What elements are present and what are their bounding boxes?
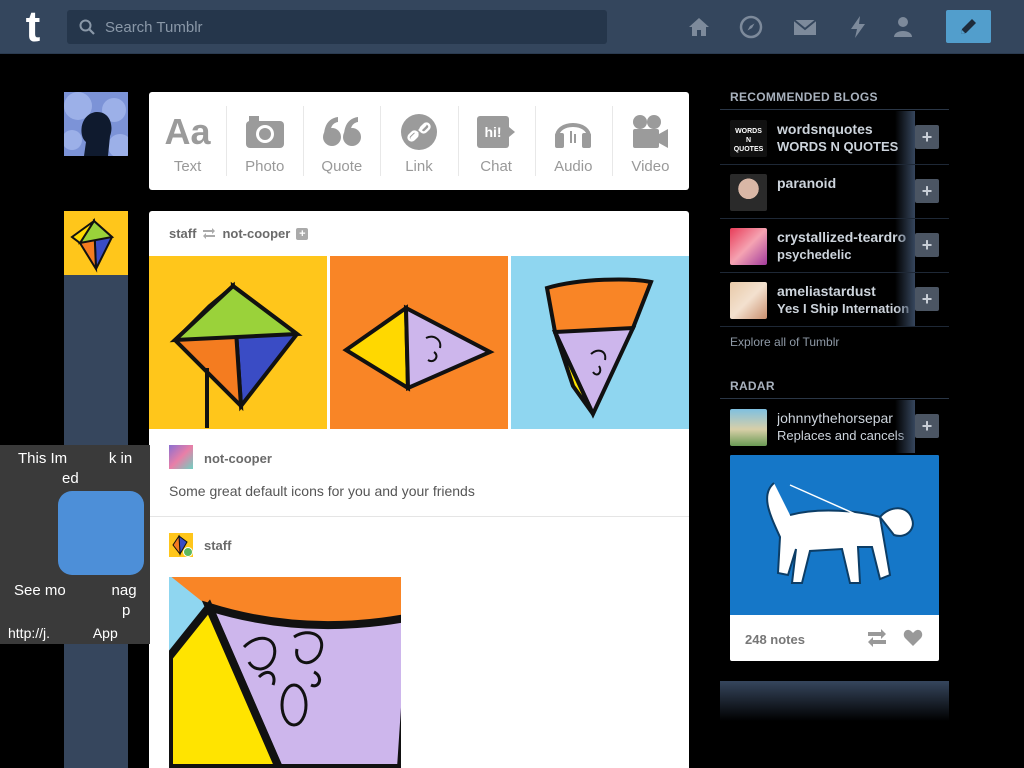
- post-author-link[interactable]: staff: [169, 226, 196, 241]
- fade: [895, 165, 915, 218]
- svg-text:hi!: hi!: [485, 124, 502, 140]
- reblog-icon: [203, 228, 216, 239]
- recommended-blog-item[interactable]: paranoid +: [720, 165, 949, 219]
- post-type-chat[interactable]: hi! Chat: [457, 92, 535, 190]
- popup-text: See mo nag: [14, 582, 137, 599]
- post-type-label: Chat: [480, 158, 512, 175]
- recommended-blogs-title: RECOMMENDED BLOGS: [730, 90, 878, 104]
- post-type-link[interactable]: Link: [380, 92, 457, 190]
- recommended-blog-item[interactable]: crystallized-teardro psychedelic +: [720, 219, 949, 273]
- popup-text: This Im k in: [18, 450, 133, 467]
- blog-avatar[interactable]: [730, 282, 767, 319]
- app-install-popup[interactable]: This Im k in ed See mo nag p http://j. A…: [0, 445, 150, 644]
- post-type-bar: Aa Text Photo Quote Link hi! Chat Audio …: [149, 92, 689, 190]
- post-type-audio[interactable]: Audio: [534, 92, 612, 190]
- explore-icon[interactable]: [739, 15, 763, 39]
- popup-link[interactable]: http://j. App: [8, 625, 118, 641]
- trail-author-link[interactable]: not-cooper: [204, 451, 272, 466]
- radar-image[interactable]: [730, 455, 939, 615]
- post-type-label: Audio: [554, 158, 593, 175]
- divider: [720, 109, 949, 110]
- blog-avatar[interactable]: [730, 409, 767, 446]
- follow-button[interactable]: +: [915, 287, 939, 311]
- kite-icon: [70, 217, 115, 273]
- post-type-text[interactable]: Aa Text: [149, 92, 226, 190]
- post-header: staff not-cooper +: [169, 226, 309, 241]
- text-icon: Aa: [164, 111, 211, 152]
- photoset: [149, 256, 689, 429]
- post-type-video[interactable]: Video: [611, 92, 689, 190]
- radar-blog-item[interactable]: johnnythehorsepar Replaces and cancels +: [720, 400, 949, 454]
- account-icon[interactable]: [891, 15, 915, 39]
- follow-button[interactable]: +: [915, 233, 939, 257]
- post-type-label: Video: [631, 158, 670, 175]
- photo-kite-orange[interactable]: [330, 256, 508, 429]
- silhouette-icon: [64, 92, 128, 156]
- recommended-blog-item[interactable]: WORDS N QUOTES wordsnquotes WORDS N QUOTES…: [720, 111, 949, 165]
- post-type-quote[interactable]: Quote: [303, 92, 380, 190]
- compose-button[interactable]: [946, 10, 991, 43]
- search-icon: [79, 19, 95, 35]
- search-bar[interactable]: [67, 10, 607, 44]
- post-type-photo[interactable]: Photo: [226, 92, 303, 190]
- reblogged-from-link[interactable]: not-cooper: [222, 226, 290, 241]
- follow-button[interactable]: +: [915, 414, 939, 438]
- quote-icon: [322, 117, 361, 146]
- explore-link[interactable]: Explore all of Tumblr: [730, 335, 839, 349]
- post-type-label: Link: [405, 158, 433, 175]
- divider: [720, 398, 949, 399]
- photo-kite-yellow[interactable]: [149, 256, 327, 429]
- popup-text: ed: [62, 470, 79, 487]
- fade: [895, 400, 915, 453]
- tumblr-logo[interactable]: t: [18, 5, 48, 49]
- reblog-icon[interactable]: [866, 629, 888, 647]
- fade: [895, 219, 915, 272]
- post-type-label: Quote: [321, 158, 363, 175]
- video-camera-icon: [633, 115, 669, 148]
- post-type-label: Photo: [245, 158, 285, 175]
- trail-text: Some great default icons for you and you…: [169, 483, 475, 499]
- trail-author-link[interactable]: staff: [204, 538, 231, 553]
- radar-post-card: 248 notes: [730, 455, 939, 661]
- reblog-trail-item: not-cooper Some great default icons for …: [149, 429, 689, 517]
- home-icon[interactable]: [687, 15, 711, 39]
- blog-avatar[interactable]: [730, 228, 767, 265]
- notes-count[interactable]: 248 notes: [745, 632, 805, 647]
- headphones-icon: [555, 123, 592, 148]
- follow-plus-icon[interactable]: +: [296, 227, 309, 240]
- kite-icon: [172, 534, 193, 557]
- dashboard-post: staff not-cooper + not-cooper Some great…: [149, 211, 689, 768]
- post-author-avatar[interactable]: [64, 211, 128, 275]
- post-image[interactable]: [169, 577, 401, 768]
- trail-avatar[interactable]: [169, 445, 193, 469]
- sidebar-footer: [720, 681, 949, 721]
- photo-kite-blue[interactable]: [511, 256, 689, 429]
- link-icon: [400, 114, 437, 150]
- camera-icon: [245, 116, 284, 148]
- fade: [895, 273, 915, 326]
- fade: [895, 111, 915, 164]
- blog-avatar[interactable]: [730, 174, 767, 211]
- radar-title: RADAR: [730, 379, 775, 393]
- trail-avatar[interactable]: [169, 533, 193, 557]
- inbox-icon[interactable]: [793, 15, 817, 39]
- heart-icon[interactable]: [903, 629, 923, 647]
- recommended-blog-item[interactable]: ameliastardust Yes I Ship Internation +: [720, 273, 949, 327]
- top-navbar: t: [0, 0, 1024, 54]
- search-input[interactable]: [105, 10, 595, 44]
- user-avatar[interactable]: [64, 92, 128, 156]
- follow-button[interactable]: +: [915, 179, 939, 203]
- follow-button[interactable]: +: [915, 125, 939, 149]
- popup-text: p: [122, 602, 131, 619]
- pencil-icon: [961, 19, 976, 34]
- post-type-label: Text: [173, 158, 202, 175]
- blog-avatar[interactable]: WORDS N QUOTES: [730, 120, 767, 157]
- app-icon[interactable]: [58, 491, 144, 575]
- chat-icon: hi!: [477, 116, 516, 148]
- activity-icon[interactable]: [846, 15, 870, 39]
